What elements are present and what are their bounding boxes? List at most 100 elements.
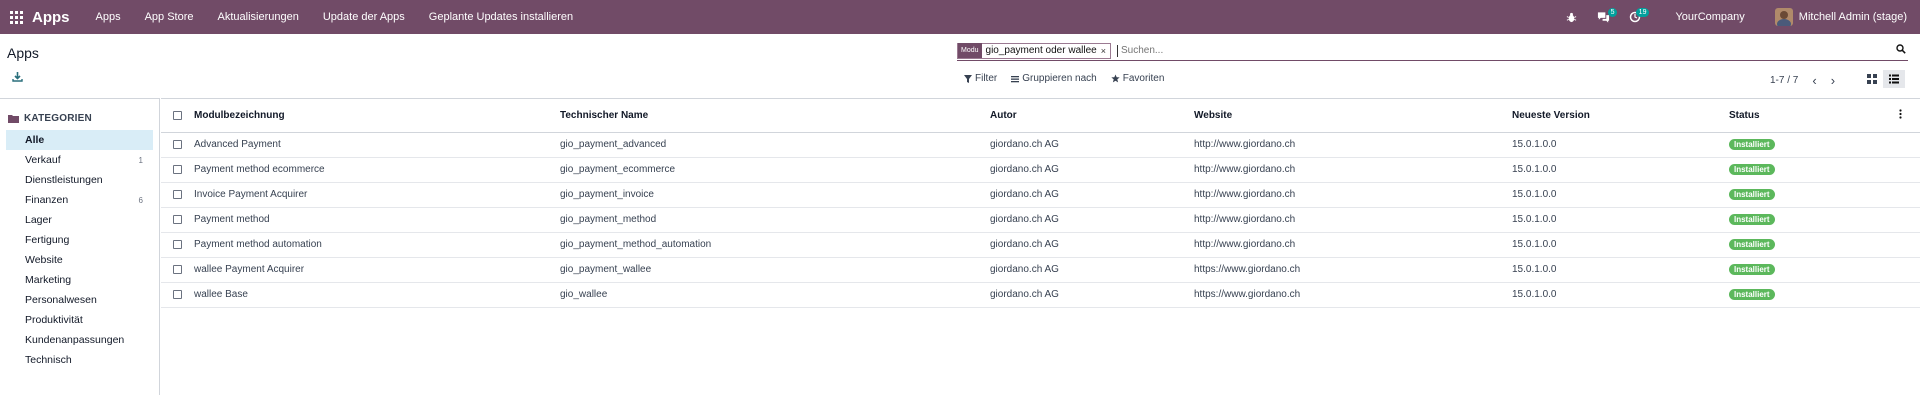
cell-module-name: Payment method automation xyxy=(183,232,560,258)
group-by-button[interactable]: Gruppieren nach xyxy=(1011,73,1097,84)
sidebar-item-label: Personalwesen xyxy=(25,294,97,306)
user-menu[interactable]: Mitchell Admin (stage) xyxy=(1774,8,1907,26)
user-name: Mitchell Admin (stage) xyxy=(1798,11,1907,23)
sidebar-item-dienstleistungen[interactable]: Dienstleistungen xyxy=(6,170,153,190)
table-row[interactable]: wallee Payment Acquirer gio_payment_walle… xyxy=(161,257,1920,283)
column-header-technical-name[interactable]: Technischer Name xyxy=(560,99,990,133)
column-header-version[interactable]: Neueste Version xyxy=(1512,99,1729,133)
cell-latest-version: 15.0.1.0.0 xyxy=(1512,132,1729,158)
cell-module-name: wallee Payment Acquirer xyxy=(183,257,560,283)
app-menu-icon[interactable] xyxy=(2,0,30,34)
cell-technical-name: gio_payment_wallee xyxy=(560,257,990,283)
menu-item-update-apps[interactable]: Update der Apps xyxy=(323,11,405,23)
messages-icon[interactable]: 5 xyxy=(1593,0,1618,34)
sidebar-item-label: Technisch xyxy=(25,354,72,366)
sidebar-item-website[interactable]: Website xyxy=(6,250,153,270)
sidebar-item-verkauf[interactable]: Verkauf 1 xyxy=(6,150,153,170)
table-row[interactable]: Payment method ecommerce gio_payment_ecom… xyxy=(161,157,1920,183)
menu-item-updates[interactable]: Aktualisierungen xyxy=(218,11,299,23)
pager-value[interactable]: 1-7 / 7 xyxy=(1770,75,1798,86)
sidebar-item-fertigung[interactable]: Fertigung xyxy=(6,230,153,250)
table-header-row: Modulbezeichnung Technischer Name Autor … xyxy=(161,99,1920,133)
table-row[interactable]: wallee Base gio_wallee giordano.ch AG https… xyxy=(161,282,1920,308)
cell-author: giordano.ch AG xyxy=(990,132,1194,158)
column-header-status[interactable]: Status xyxy=(1729,99,1899,133)
group-by-icon xyxy=(1011,75,1020,82)
filter-button[interactable]: Filter xyxy=(964,73,997,84)
navbar-systray: 5 19 YourCompany Mitchell Admin (stage) xyxy=(1561,0,1920,34)
sidebar-item-marketing[interactable]: Marketing xyxy=(6,270,153,290)
column-header-website[interactable]: Website xyxy=(1194,99,1512,133)
sidebar-item-label: Produktivität xyxy=(25,314,83,326)
app-brand[interactable]: Apps xyxy=(32,9,70,26)
cell-latest-version: 15.0.1.0.0 xyxy=(1512,232,1729,258)
row-checkbox[interactable] xyxy=(173,289,182,299)
search-input[interactable] xyxy=(1116,44,1717,57)
cell-author: giordano.ch AG xyxy=(990,207,1194,233)
table-row[interactable]: Invoice Payment Acquirer gio_payment_invo… xyxy=(161,182,1920,208)
cell-website: http://www.giordano.ch xyxy=(1194,182,1512,208)
company-switcher[interactable]: YourCompany xyxy=(1675,11,1744,23)
pager: 1-7 / 7 ‹ › xyxy=(1770,73,1835,88)
facet-value: gio_payment oder wallee xyxy=(985,45,1097,56)
column-header-name[interactable]: Modulbezeichnung xyxy=(183,99,560,133)
module-table: Modulbezeichnung Technischer Name Autor … xyxy=(161,99,1920,308)
row-checkbox[interactable] xyxy=(173,164,182,174)
table-row[interactable]: Payment method automation gio_payment_met… xyxy=(161,232,1920,258)
menu-item-scheduled-upgrades[interactable]: Geplante Updates installieren xyxy=(429,11,573,23)
sidebar-item-label: Dienstleistungen xyxy=(25,174,103,186)
download-icon[interactable] xyxy=(12,71,23,85)
table-row[interactable]: Advanced Payment gio_payment_advanced gior… xyxy=(161,132,1920,158)
table-row[interactable]: Payment method gio_payment_method giordano… xyxy=(161,207,1920,233)
bug-icon[interactable] xyxy=(1561,0,1581,34)
facet-remove-icon[interactable]: × xyxy=(1101,46,1110,56)
group-by-label: Gruppieren nach xyxy=(1022,73,1097,84)
status-badge: Installiert xyxy=(1729,139,1775,150)
cell-technical-name: gio_payment_method xyxy=(560,207,990,233)
messages-badge: 5 xyxy=(1607,8,1618,17)
menu-item-apps[interactable]: Apps xyxy=(96,11,121,23)
cell-module-name: Payment method ecommerce xyxy=(183,157,560,183)
cell-technical-name: gio_payment_method_automation xyxy=(560,232,990,258)
row-checkbox[interactable] xyxy=(173,189,182,199)
sidebar-item-label: Marketing xyxy=(25,274,72,286)
search-panel-buttons: Filter Gruppieren nach Favoriten xyxy=(964,73,1178,84)
sidebar-item-produktivitaet[interactable]: Produktivität xyxy=(6,310,153,330)
sidebar-item-technisch[interactable]: Technisch xyxy=(6,350,153,370)
row-checkbox[interactable] xyxy=(173,264,182,274)
search-icon[interactable] xyxy=(1896,44,1906,57)
pager-next-icon[interactable]: › xyxy=(1831,73,1835,88)
kanban-view-icon[interactable] xyxy=(1861,70,1883,88)
row-checkbox[interactable] xyxy=(173,139,182,149)
activities-icon[interactable]: 19 xyxy=(1625,0,1650,34)
sidebar-item-label: Fertigung xyxy=(25,234,70,246)
folder-icon xyxy=(8,115,19,123)
cell-technical-name: gio_wallee xyxy=(560,282,990,308)
sidebar-item-alle[interactable]: Alle xyxy=(6,130,153,150)
sidebar-item-lager[interactable]: Lager xyxy=(6,210,153,230)
row-checkbox[interactable] xyxy=(173,239,182,249)
sidebar-item-finanzen[interactable]: Finanzen 6 xyxy=(6,190,153,210)
favorites-button[interactable]: Favoriten xyxy=(1111,73,1164,84)
status-badge: Installiert xyxy=(1729,289,1775,300)
cell-technical-name: gio_payment_advanced xyxy=(560,132,990,158)
select-all-checkbox[interactable] xyxy=(173,110,182,120)
list-view-icon[interactable] xyxy=(1883,70,1905,88)
column-header-author[interactable]: Autor xyxy=(990,99,1194,133)
sidebar-item-personalwesen[interactable]: Personalwesen xyxy=(6,290,153,310)
main-menu: Apps App Store Aktualisierungen Update d… xyxy=(96,11,598,23)
optional-columns-icon[interactable] xyxy=(1899,109,1902,122)
menu-item-app-store[interactable]: App Store xyxy=(145,11,194,23)
pager-previous-icon[interactable]: ‹ xyxy=(1812,73,1816,88)
breadcrumb: Apps xyxy=(7,45,39,61)
row-checkbox[interactable] xyxy=(173,214,182,224)
status-badge: Installiert xyxy=(1729,164,1775,175)
status-badge: Installiert xyxy=(1729,264,1775,275)
cell-website: http://www.giordano.ch xyxy=(1194,132,1512,158)
cell-latest-version: 15.0.1.0.0 xyxy=(1512,207,1729,233)
sidebar-item-label: Finanzen xyxy=(25,194,69,206)
sidebar-item-kundenanpassungen[interactable]: Kundenanpassungen xyxy=(6,330,153,350)
cell-author: giordano.ch AG xyxy=(990,232,1194,258)
cell-module-name: Advanced Payment xyxy=(183,132,560,158)
cell-module-name: wallee Base xyxy=(183,282,560,308)
